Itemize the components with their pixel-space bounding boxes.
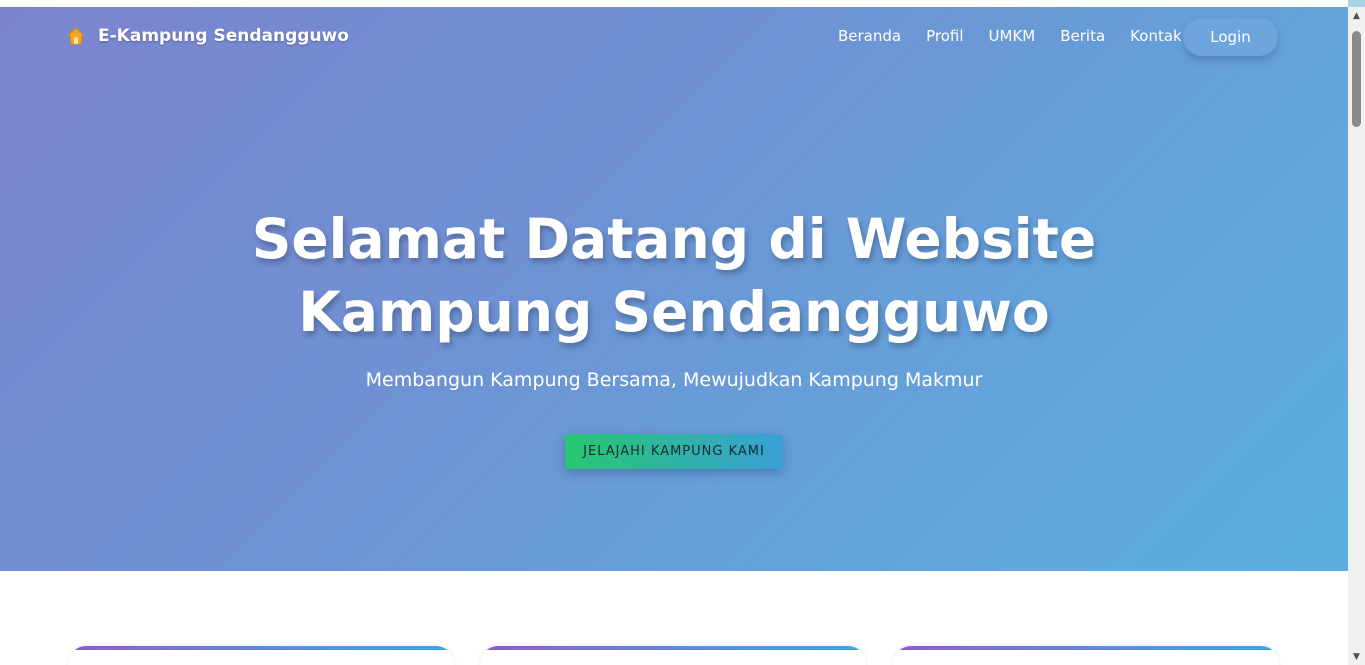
feature-card[interactable] [480, 646, 866, 665]
card-accent-bar [480, 646, 866, 650]
card-accent-bar [893, 646, 1279, 650]
scroll-down-arrow-icon[interactable]: ▼ [1348, 648, 1365, 665]
nav-link-kontak[interactable]: Kontak [1130, 24, 1182, 48]
feature-card[interactable] [68, 646, 454, 665]
navbar: E-Kampung Sendangguwo Beranda Profil UMK… [0, 7, 1348, 65]
home-icon [66, 26, 86, 46]
brand-link[interactable]: E-Kampung Sendangguwo [66, 24, 349, 48]
brand-name: E-Kampung Sendangguwo [98, 26, 349, 46]
vertical-scrollbar[interactable]: ▲ ▼ [1348, 7, 1365, 665]
login-button[interactable]: Login [1183, 18, 1278, 56]
nav-link-beranda[interactable]: Beranda [838, 24, 901, 48]
feature-card[interactable] [893, 646, 1279, 665]
nav-links: Beranda Profil UMKM Berita Kontak [838, 24, 1207, 48]
hero-title-line-1: Selamat Datang di Website [251, 207, 1097, 271]
nav-link-umkm[interactable]: UMKM [989, 24, 1036, 48]
hero-subtitle: Membangun Kampung Bersama, Mewujudkan Ka… [365, 369, 983, 391]
hero-title: Selamat Datang di Website Kampung Sendan… [0, 203, 1348, 349]
card-accent-bar [68, 646, 454, 650]
explore-button[interactable]: JELAJAHI KAMPUNG KAMI [565, 434, 783, 469]
scrollbar-thumb[interactable] [1352, 31, 1361, 127]
nav-link-profil[interactable]: Profil [926, 24, 963, 48]
hero-title-line-2: Kampung Sendangguwo [298, 280, 1050, 344]
nav-link-berita[interactable]: Berita [1060, 24, 1105, 48]
page-viewport: E-Kampung Sendangguwo Beranda Profil UMK… [0, 0, 1348, 665]
feature-cards-row [0, 646, 1348, 665]
scroll-up-arrow-icon[interactable]: ▲ [1348, 7, 1365, 24]
